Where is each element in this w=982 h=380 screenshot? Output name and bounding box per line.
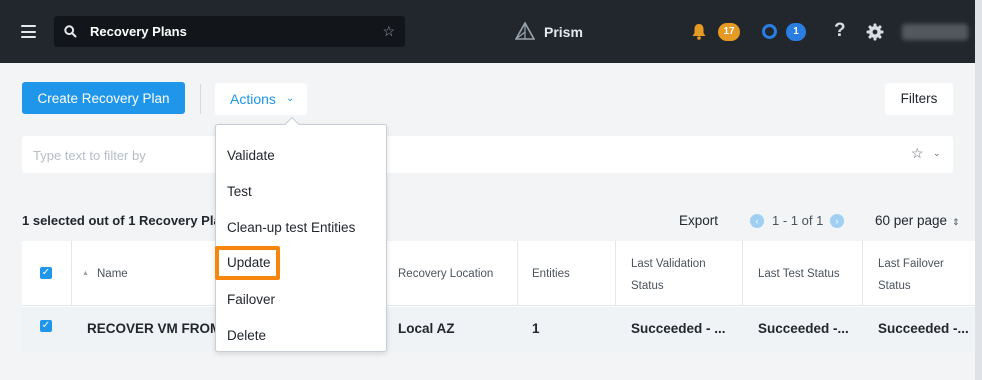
toolbar-divider: [200, 84, 201, 114]
menu-item-failover[interactable]: Failover: [227, 292, 275, 307]
column-header-name[interactable]: Name: [97, 263, 128, 285]
user-menu-avatar[interactable]: [902, 24, 968, 40]
menu-item-delete[interactable]: Delete: [227, 328, 266, 343]
recovery-plans-table: ✓ ▲ Name Recovery Location Entities Last…: [22, 241, 975, 352]
actions-label: Actions: [230, 91, 276, 107]
column-divider: [742, 241, 743, 306]
hamburger-menu-icon[interactable]: [21, 25, 36, 38]
gear-icon[interactable]: [866, 23, 884, 41]
cell-recovery-location: Local AZ: [398, 321, 455, 336]
per-page-label: 60 per page: [875, 213, 948, 228]
help-icon[interactable]: ?: [834, 20, 846, 42]
column-divider: [517, 241, 518, 306]
sort-ascending-icon[interactable]: ▲: [82, 270, 89, 277]
actions-dropdown-menu: Validate Test Clean-up test Entities Upd…: [215, 124, 387, 352]
select-all-checkbox[interactable]: ✓: [40, 267, 52, 279]
tasks-ring-icon[interactable]: [762, 24, 777, 39]
column-divider: [615, 241, 616, 306]
column-header-recovery-location[interactable]: Recovery Location: [398, 263, 493, 285]
menu-item-update[interactable]: Update: [215, 246, 280, 280]
app-name[interactable]: Prism: [544, 24, 583, 40]
alerts-bell-icon[interactable]: [691, 23, 707, 40]
search-icon: [64, 25, 77, 38]
column-header-last-validation-status[interactable]: Last Validation Status: [631, 253, 706, 297]
row-checkbox[interactable]: ✓: [40, 320, 52, 332]
alerts-count-badge[interactable]: 17: [718, 23, 740, 41]
cell-last-failover-status: Succeeded -...: [878, 321, 969, 336]
column-divider: [862, 241, 863, 306]
create-recovery-plan-button[interactable]: Create Recovery Plan: [22, 82, 185, 114]
sort-updown-icon: ⇕: [952, 217, 960, 227]
next-page-icon[interactable]: ›: [830, 214, 844, 228]
column-header-entities[interactable]: Entities: [532, 263, 570, 285]
prism-logo-icon: [515, 22, 535, 40]
chevron-down-icon[interactable]: ⌄: [933, 148, 941, 159]
column-header-last-failover-status[interactable]: Last Failover Status: [878, 253, 944, 297]
column-header-last-test-status[interactable]: Last Test Status: [758, 263, 840, 285]
cell-last-test-status: Succeeded -...: [758, 321, 849, 336]
global-search-bar[interactable]: Recovery Plans ☆: [54, 16, 405, 47]
star-icon[interactable]: ☆: [911, 145, 924, 162]
menu-item-validate[interactable]: Validate: [227, 148, 275, 163]
chevron-down-icon: ⌄: [286, 93, 295, 104]
star-bookmark-icon[interactable]: ☆: [382, 23, 395, 40]
selection-summary: 1 selected out of 1 Recovery Pla: [22, 213, 221, 228]
window-edge: [975, 0, 982, 380]
column-divider: [71, 241, 72, 306]
per-page-selector[interactable]: 60 per page ⇕: [875, 213, 960, 228]
filter-input[interactable]: Type text to filter by ☆ ⌄: [22, 136, 953, 173]
actions-dropdown-button[interactable]: Actions ⌄: [215, 83, 307, 115]
tasks-count-badge[interactable]: 1: [786, 23, 806, 41]
pagination-text: 1 - 1 of 1: [772, 213, 824, 228]
top-navigation-bar: Recovery Plans ☆ Prism 17 1 ?: [0, 0, 975, 63]
cell-entities: 1: [532, 321, 540, 336]
menu-item-test[interactable]: Test: [227, 184, 252, 199]
previous-page-icon[interactable]: ‹: [750, 214, 764, 228]
menu-item-clean-up-test-entities[interactable]: Clean-up test Entities: [227, 220, 355, 235]
table-header: ✓ ▲ Name Recovery Location Entities Last…: [22, 241, 975, 306]
cell-name[interactable]: RECOVER VM FROM: [87, 321, 221, 336]
filter-placeholder: Type text to filter by: [33, 148, 146, 163]
export-link[interactable]: Export: [679, 213, 718, 228]
search-query: Recovery Plans: [90, 24, 187, 39]
filters-button[interactable]: Filters: [885, 83, 953, 115]
cell-last-validation-status: Succeeded - ...: [631, 321, 726, 336]
